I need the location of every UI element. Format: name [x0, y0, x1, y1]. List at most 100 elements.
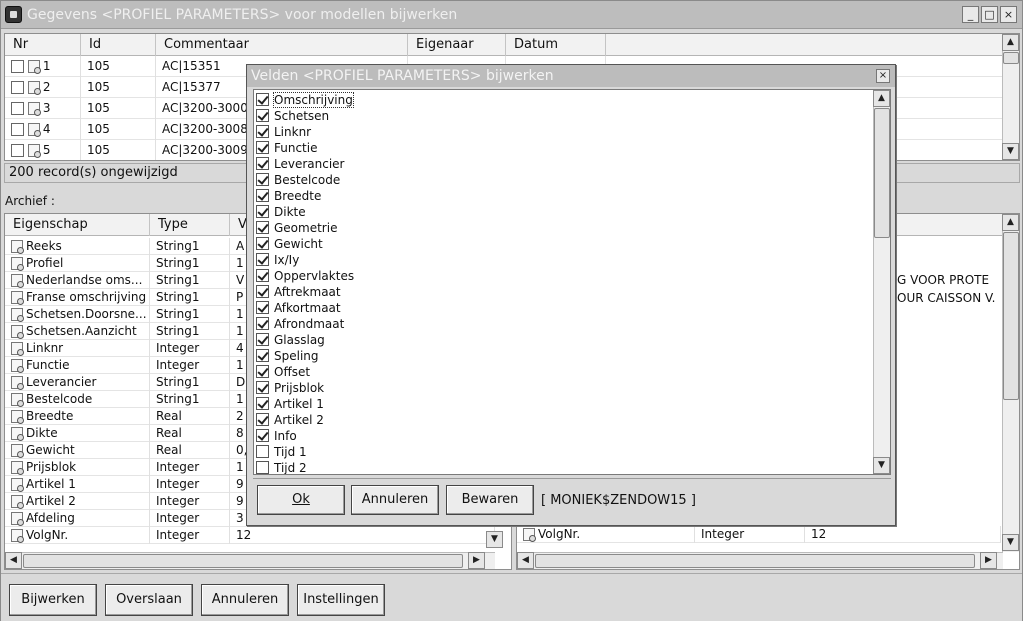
bewaren-button[interactable]: Bewaren [446, 485, 534, 515]
field-option[interactable]: Artikel 2 [256, 412, 324, 428]
field-option[interactable]: Artikel 1 [256, 396, 324, 412]
field-checkbox[interactable] [256, 157, 269, 170]
field-checkbox[interactable] [256, 125, 269, 138]
records-vscroll[interactable]: ▲ ▼ [1002, 34, 1019, 160]
column-datum[interactable]: Datum [506, 34, 606, 56]
field-option[interactable]: Glasslag [256, 332, 325, 348]
column-eigenaar[interactable]: Eigenaar [408, 34, 506, 56]
scroll-down-button[interactable]: ▼ [873, 457, 890, 474]
field-option[interactable]: Leverancier [256, 156, 344, 172]
field-checkbox[interactable] [256, 253, 269, 266]
table-row[interactable]: VolgNr. Integer 12 [5, 527, 495, 544]
row-name: Franse omschrijving [26, 290, 147, 304]
column-eigenschap[interactable]: Eigenschap [5, 214, 150, 236]
field-option[interactable]: Info [256, 428, 297, 444]
scroll-thumb[interactable] [1003, 52, 1019, 64]
field-checkbox[interactable] [256, 413, 269, 426]
scroll-up-button[interactable]: ▲ [1002, 214, 1019, 231]
field-option[interactable]: Breedte [256, 188, 321, 204]
field-checkbox[interactable] [256, 285, 269, 298]
field-option[interactable]: Gewicht [256, 236, 323, 252]
field-option[interactable]: Schetsen [256, 108, 329, 124]
field-checkbox[interactable] [256, 365, 269, 378]
field-option[interactable]: Tijd 1 [256, 444, 307, 460]
field-checkbox[interactable] [256, 333, 269, 346]
dialog-title-bar[interactable]: Velden <PROFIEL PARAMETERS> bijwerken × [247, 65, 895, 87]
row-dropdown-button[interactable]: ▼ [486, 531, 503, 548]
bijwerken-button[interactable]: Bijwerken [9, 584, 97, 616]
left-hscroll[interactable]: ◀ ▶ [5, 552, 495, 569]
column-type[interactable]: Type [150, 214, 230, 236]
field-option[interactable]: Ix/Iy [256, 252, 299, 268]
checklist-scroll-thumb[interactable] [874, 108, 890, 238]
field-checkbox[interactable] [256, 301, 269, 314]
field-checkbox[interactable] [256, 317, 269, 330]
field-option[interactable]: Prijsblok [256, 380, 324, 396]
field-checkbox[interactable] [256, 205, 269, 218]
field-checkbox[interactable] [256, 93, 269, 106]
field-option[interactable]: Speling [256, 348, 319, 364]
right-vscroll[interactable]: ▲ ▼ [1002, 214, 1019, 552]
right-hscroll-thumb[interactable] [535, 554, 975, 568]
fields-checklist[interactable]: Omschrijving Schetsen Linknr Functie Leveran… [253, 89, 891, 475]
scroll-up-button[interactable]: ▲ [1002, 34, 1019, 51]
field-checkbox[interactable] [256, 109, 269, 122]
scroll-down-button[interactable]: ▼ [1002, 143, 1019, 160]
field-checkbox[interactable] [256, 221, 269, 234]
row-checkbox[interactable] [11, 144, 24, 157]
instellingen-button[interactable]: Instellingen [297, 584, 385, 616]
table-row[interactable]: VolgNr. Integer 12 [517, 526, 1001, 543]
overslaan-button[interactable]: Overslaan [105, 584, 193, 616]
minimize-button[interactable]: _ [962, 6, 979, 23]
right-vscroll-thumb[interactable] [1003, 232, 1019, 400]
row-checkbox[interactable] [11, 102, 24, 115]
field-option[interactable]: Functie [256, 140, 317, 156]
field-checkbox[interactable] [256, 349, 269, 362]
field-option[interactable]: Afkortmaat [256, 300, 341, 316]
annuleren-button[interactable]: Annuleren [201, 584, 289, 616]
field-option[interactable]: Bestelcode [256, 172, 340, 188]
field-option[interactable]: Oppervlaktes [256, 268, 354, 284]
field-option[interactable]: Offset [256, 364, 310, 380]
row-checkbox[interactable] [11, 123, 24, 136]
checklist-vscroll[interactable]: ▲ ▼ [873, 90, 890, 474]
field-option[interactable]: Linknr [256, 124, 311, 140]
right-hscroll[interactable]: ◀ ▶ [517, 552, 1003, 569]
field-option[interactable]: Geometrie [256, 220, 337, 236]
scroll-down-button[interactable]: ▼ [1002, 534, 1019, 551]
field-option[interactable]: Omschrijving [256, 92, 354, 108]
field-checkbox[interactable] [256, 397, 269, 410]
column-commentaar[interactable]: Commentaar [156, 34, 408, 56]
field-checkbox[interactable] [256, 141, 269, 154]
field-option[interactable]: Tijd 2 [256, 460, 307, 474]
ok-button[interactable]: Ok [257, 485, 345, 515]
row-checkbox[interactable] [11, 60, 24, 73]
dialog-annuleren-button[interactable]: Annuleren [351, 485, 439, 515]
column-nr[interactable]: Nr [5, 34, 81, 56]
scroll-left-button[interactable]: ◀ [5, 552, 22, 569]
field-checkbox[interactable] [256, 173, 269, 186]
field-checkbox[interactable] [256, 269, 269, 282]
field-option[interactable]: Afrondmaat [256, 316, 344, 332]
field-checkbox[interactable] [256, 429, 269, 442]
scroll-up-button[interactable]: ▲ [873, 90, 890, 107]
field-checkbox[interactable] [256, 381, 269, 394]
scroll-right-button[interactable]: ▶ [980, 552, 997, 569]
field-checkbox[interactable] [256, 189, 269, 202]
field-checkbox[interactable] [256, 445, 269, 458]
title-bar[interactable]: Gegevens <PROFIEL PARAMETERS> voor model… [1, 1, 1022, 29]
left-hscroll-thumb[interactable] [23, 554, 463, 568]
scroll-right-button[interactable]: ▶ [468, 552, 485, 569]
property-icon [11, 359, 24, 373]
close-button[interactable]: × [1000, 6, 1017, 23]
column-id[interactable]: Id [81, 34, 156, 56]
property-icon [11, 376, 24, 390]
field-checkbox[interactable] [256, 461, 269, 474]
field-option[interactable]: Dikte [256, 204, 306, 220]
row-checkbox[interactable] [11, 81, 24, 94]
scroll-left-button[interactable]: ◀ [517, 552, 534, 569]
field-checkbox[interactable] [256, 237, 269, 250]
dialog-close-icon[interactable]: × [876, 69, 890, 83]
maximize-button[interactable]: □ [981, 6, 998, 23]
field-option[interactable]: Aftrekmaat [256, 284, 341, 300]
